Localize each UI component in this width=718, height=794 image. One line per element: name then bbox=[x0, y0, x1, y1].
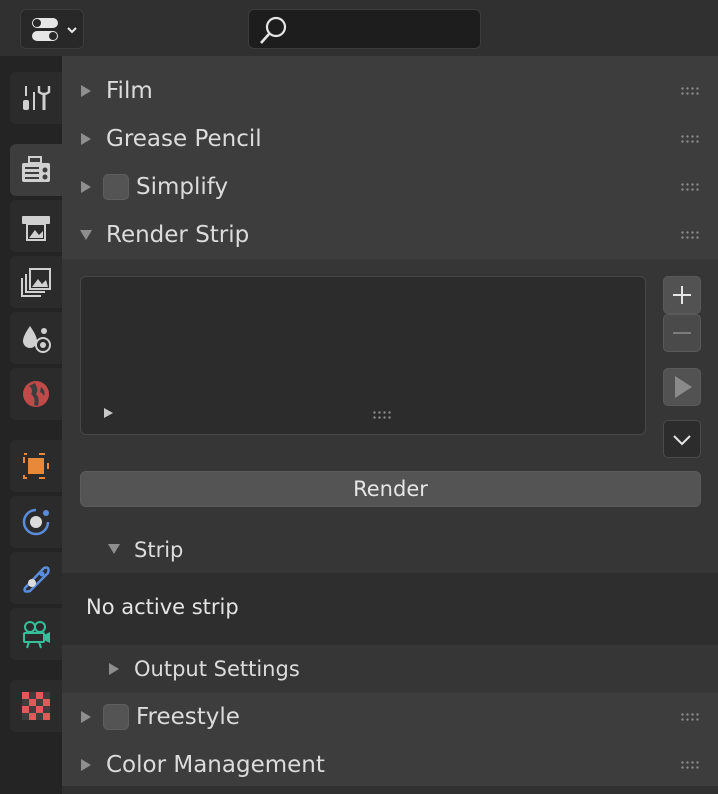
expanded-arrow-icon bbox=[80, 230, 92, 240]
texture-icon bbox=[22, 692, 50, 720]
properties-tabs bbox=[0, 56, 62, 794]
search-icon bbox=[260, 16, 287, 44]
tab-view-layer[interactable] bbox=[10, 256, 62, 308]
panel-freestyle-label: Freestyle bbox=[136, 704, 240, 730]
remove-strip-button[interactable] bbox=[663, 314, 701, 352]
expanded-arrow-icon bbox=[108, 544, 120, 554]
panel-film[interactable]: Film bbox=[62, 67, 718, 115]
collapsed-arrow-icon bbox=[81, 759, 91, 771]
panel-render-strip[interactable]: Render Strip bbox=[62, 211, 718, 259]
output-icon bbox=[22, 216, 50, 241]
tab-world[interactable] bbox=[10, 368, 62, 420]
plus-icon bbox=[673, 286, 691, 304]
drag-grip-icon[interactable] bbox=[680, 712, 700, 722]
list-resize-grip-icon[interactable] bbox=[372, 410, 392, 420]
simplify-checkbox[interactable] bbox=[103, 174, 129, 200]
editor-type-icon bbox=[32, 18, 77, 41]
no-active-strip-text: No active strip bbox=[86, 595, 239, 619]
drag-grip-icon[interactable] bbox=[680, 182, 700, 192]
constraints-icon bbox=[23, 566, 50, 593]
render-icon bbox=[22, 156, 50, 182]
subpanel-strip-label: Strip bbox=[134, 538, 184, 562]
collapsed-arrow-icon bbox=[81, 85, 91, 97]
panel-freestyle[interactable]: Freestyle bbox=[62, 693, 718, 741]
drag-grip-icon[interactable] bbox=[680, 760, 700, 770]
camera-data-icon bbox=[23, 621, 50, 649]
panel-simplify-label: Simplify bbox=[136, 174, 229, 200]
panel-color-management-label: Color Management bbox=[106, 752, 325, 778]
drag-grip-icon[interactable] bbox=[680, 230, 700, 240]
properties-header bbox=[0, 0, 718, 56]
tab-output[interactable] bbox=[10, 200, 62, 252]
collapsed-arrow-icon bbox=[81, 711, 91, 723]
collapsed-arrow-icon bbox=[109, 663, 119, 675]
drag-grip-icon[interactable] bbox=[680, 86, 700, 96]
subpanel-strip[interactable]: Strip bbox=[62, 527, 718, 573]
strip-specials-menu[interactable] bbox=[663, 420, 701, 458]
drag-grip-icon[interactable] bbox=[680, 134, 700, 144]
add-strip-button[interactable] bbox=[663, 276, 701, 314]
strip-info: No active strip bbox=[62, 573, 718, 645]
object-icon bbox=[23, 453, 49, 479]
panel-grease-pencil-label: Grease Pencil bbox=[106, 126, 262, 152]
panel-film-label: Film bbox=[106, 78, 153, 104]
tab-object[interactable] bbox=[10, 440, 62, 492]
panel-simplify[interactable]: Simplify bbox=[62, 163, 718, 211]
strip-list[interactable] bbox=[80, 276, 646, 435]
freestyle-checkbox[interactable] bbox=[103, 704, 129, 730]
search-field[interactable] bbox=[248, 9, 481, 49]
subpanel-output-settings-label: Output Settings bbox=[134, 657, 300, 681]
chevron-down-icon bbox=[673, 435, 691, 446]
play-strip-button[interactable] bbox=[663, 368, 701, 406]
collapsed-arrow-icon bbox=[81, 181, 91, 193]
panel-grease-pencil[interactable]: Grease Pencil bbox=[62, 115, 718, 163]
tab-constraints[interactable] bbox=[10, 552, 62, 604]
tool-icon bbox=[23, 86, 51, 110]
filter-toggle-icon[interactable] bbox=[104, 408, 113, 418]
world-icon bbox=[23, 381, 49, 407]
view-layer-icon bbox=[21, 268, 51, 297]
tab-scene[interactable] bbox=[10, 312, 62, 364]
physics-icon bbox=[22, 508, 50, 536]
scene-icon bbox=[23, 326, 51, 353]
tab-render[interactable] bbox=[10, 144, 62, 196]
play-icon bbox=[675, 376, 692, 398]
editor-type-button[interactable] bbox=[20, 9, 84, 49]
tab-tool[interactable] bbox=[10, 72, 62, 124]
minus-icon bbox=[673, 332, 691, 334]
tab-texture[interactable] bbox=[10, 680, 62, 732]
collapsed-arrow-icon bbox=[81, 133, 91, 145]
panel-color-management[interactable]: Color Management bbox=[62, 741, 718, 786]
render-button[interactable]: Render bbox=[80, 471, 701, 507]
panel-render-strip-label: Render Strip bbox=[106, 222, 250, 248]
subpanel-output-settings[interactable]: Output Settings bbox=[62, 645, 718, 693]
tab-camera-data[interactable] bbox=[10, 608, 62, 660]
tab-physics[interactable] bbox=[10, 496, 62, 548]
